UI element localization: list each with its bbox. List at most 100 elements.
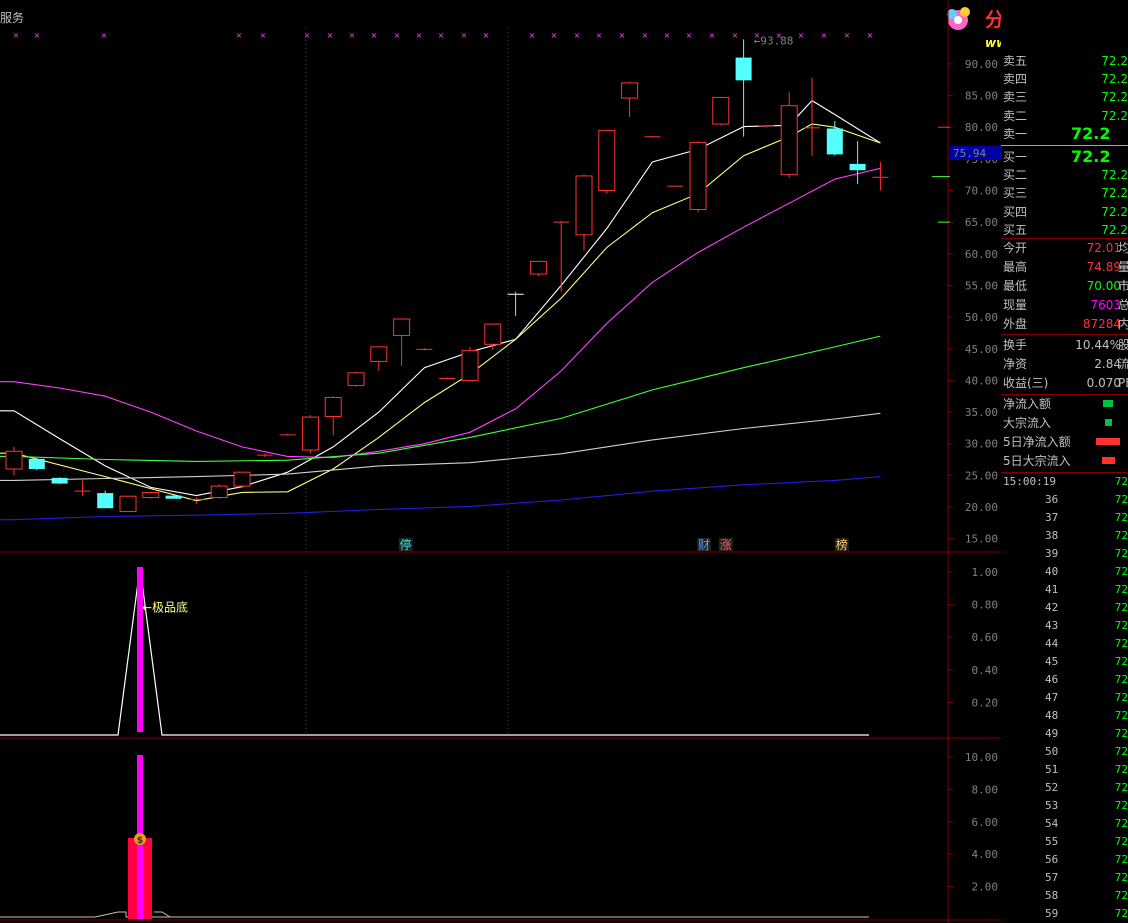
tick-row: 46 72 [1001,671,1128,689]
quote-row-label: 卖一 [1003,126,1028,141]
top-x-marker: × [260,31,267,40]
event-marker-30: 财 [698,538,710,552]
y-tick-label: 45.00 [965,343,998,356]
candle [393,318,411,366]
top-x-marker: × [867,31,874,40]
tick-row: 45 72 [1001,653,1128,671]
tick-time: 56 [1045,853,1059,866]
y-tick-label: 0.40 [972,664,999,677]
logo-text: 分析家公式网 [985,8,1001,31]
tick-price: 72 [1114,799,1128,812]
candle [461,346,479,382]
candle [735,39,752,137]
candle-body [529,260,547,275]
quote-row-extra: 股 [1118,338,1128,352]
tick-time: 48 [1045,709,1059,722]
tick-row: 15:00:19 72 [1001,473,1128,491]
tick-time: 49 [1045,727,1059,740]
tick-price: 72 [1114,835,1128,848]
quote-row: 买四 72.2 [1001,203,1128,221]
quote-row: 买三 72.2 [1001,184,1128,202]
tick-price: 72 [1114,817,1128,830]
y-tick-label: 4.00 [972,848,999,861]
quote-row-value: 87284 [1082,317,1121,331]
quote-row-value: 74.89 [1086,260,1121,274]
candle [370,346,388,371]
y-tick-label: 1.00 [972,566,999,579]
tick-price: 72 [1114,673,1128,686]
candle [507,291,524,316]
candle-body [28,458,45,470]
tick-time: 40 [1045,565,1059,578]
tick-row: 57 72 [1001,869,1128,887]
logo [947,7,970,30]
tick-time: 58 [1045,889,1059,902]
top-x-marker: × [236,31,243,40]
top-x-marker: × [664,31,671,40]
tick-price: 72 [1114,601,1128,614]
quote-row: 外盘 87284 内 [1001,315,1128,333]
quote-panel: 卖五 72.2 卖四 72.2 卖三 72.2 卖二 72.2 卖一 72.2 买一 72.2 买二 7… [1001,0,1128,923]
quote-row-value: 72.2 [1101,90,1128,105]
candle-body [142,491,160,499]
tick-row: 50 72 [1001,743,1128,761]
section-divider [1001,334,1128,335]
candle-body [849,163,866,171]
top-x-marker: × [686,31,693,40]
y-tick-label: 40.00 [965,374,998,387]
candle-body [165,495,182,499]
tick-time: 44 [1045,637,1059,650]
candle [210,484,228,499]
top-x-marker: × [13,31,20,40]
quote-row: 最低 70.00 市 [1001,277,1128,295]
candle-body [119,495,137,512]
tick-price: 72 [1114,637,1128,650]
candle [598,129,616,194]
y-tick-label: 35.00 [965,406,998,419]
quote-row-value: 72.2 [1101,186,1128,201]
tick-row: 51 72 [1001,761,1128,779]
tick-row: 44 72 [1001,635,1128,653]
quote-row-extra: PE [1118,376,1128,390]
y-tick-label: 55.00 [965,279,998,292]
tick-price: 72 [1114,763,1128,776]
candle [347,371,365,387]
quote-row-label: 今开 [1003,241,1028,255]
quote-row-label: 收益(三) [1003,376,1049,390]
tick-row: 39 72 [1001,545,1128,563]
ma-line-ma120 [0,412,881,481]
quote-row-extra: 量 [1118,260,1128,274]
candle-body [301,416,319,451]
candle-body [621,82,639,99]
candle [644,136,661,138]
quote-row-label: 最高 [1003,260,1028,274]
quote-row-label: 买一 [1003,150,1028,164]
candle [74,480,91,497]
tick-time: 38 [1045,529,1059,542]
tick-price: 72 [1114,889,1128,902]
quote-row: 收益(三) 0.070PE [1001,374,1128,392]
quote-row-value: 72.2 [1071,124,1111,143]
signal-bar [137,567,143,732]
y-tick-label: 60.00 [965,248,998,261]
tick-row: 47 72 [1001,689,1128,707]
chart-area[interactable]: 服务 分析家公式网 www.88gs.com × × × × × × × × × × × × × × × × × × × ×… [0,0,1001,923]
quote-row-label: 最低 [1003,279,1028,293]
quote-row-label: 换手 [1003,338,1028,352]
ma-line-ma10 [0,123,881,502]
quote-row-label: 买二 [1003,168,1028,183]
top-x-marker: × [461,31,468,40]
candle [667,185,684,187]
y-tick-label: 0.80 [972,599,999,612]
candle [256,453,273,457]
quote-row-label: 卖三 [1003,90,1028,105]
candle-body [393,318,411,336]
quote-row-label: 现量 [1003,298,1028,312]
tick-row: 48 72 [1001,707,1128,725]
tick-row: 52 72 [1001,779,1128,797]
candle [165,494,182,499]
flow-label: 5日大宗流入 [1003,454,1071,468]
flow-bar [1101,457,1115,464]
tick-row: 53 72 [1001,797,1128,815]
tick-price: 72 [1114,583,1128,596]
